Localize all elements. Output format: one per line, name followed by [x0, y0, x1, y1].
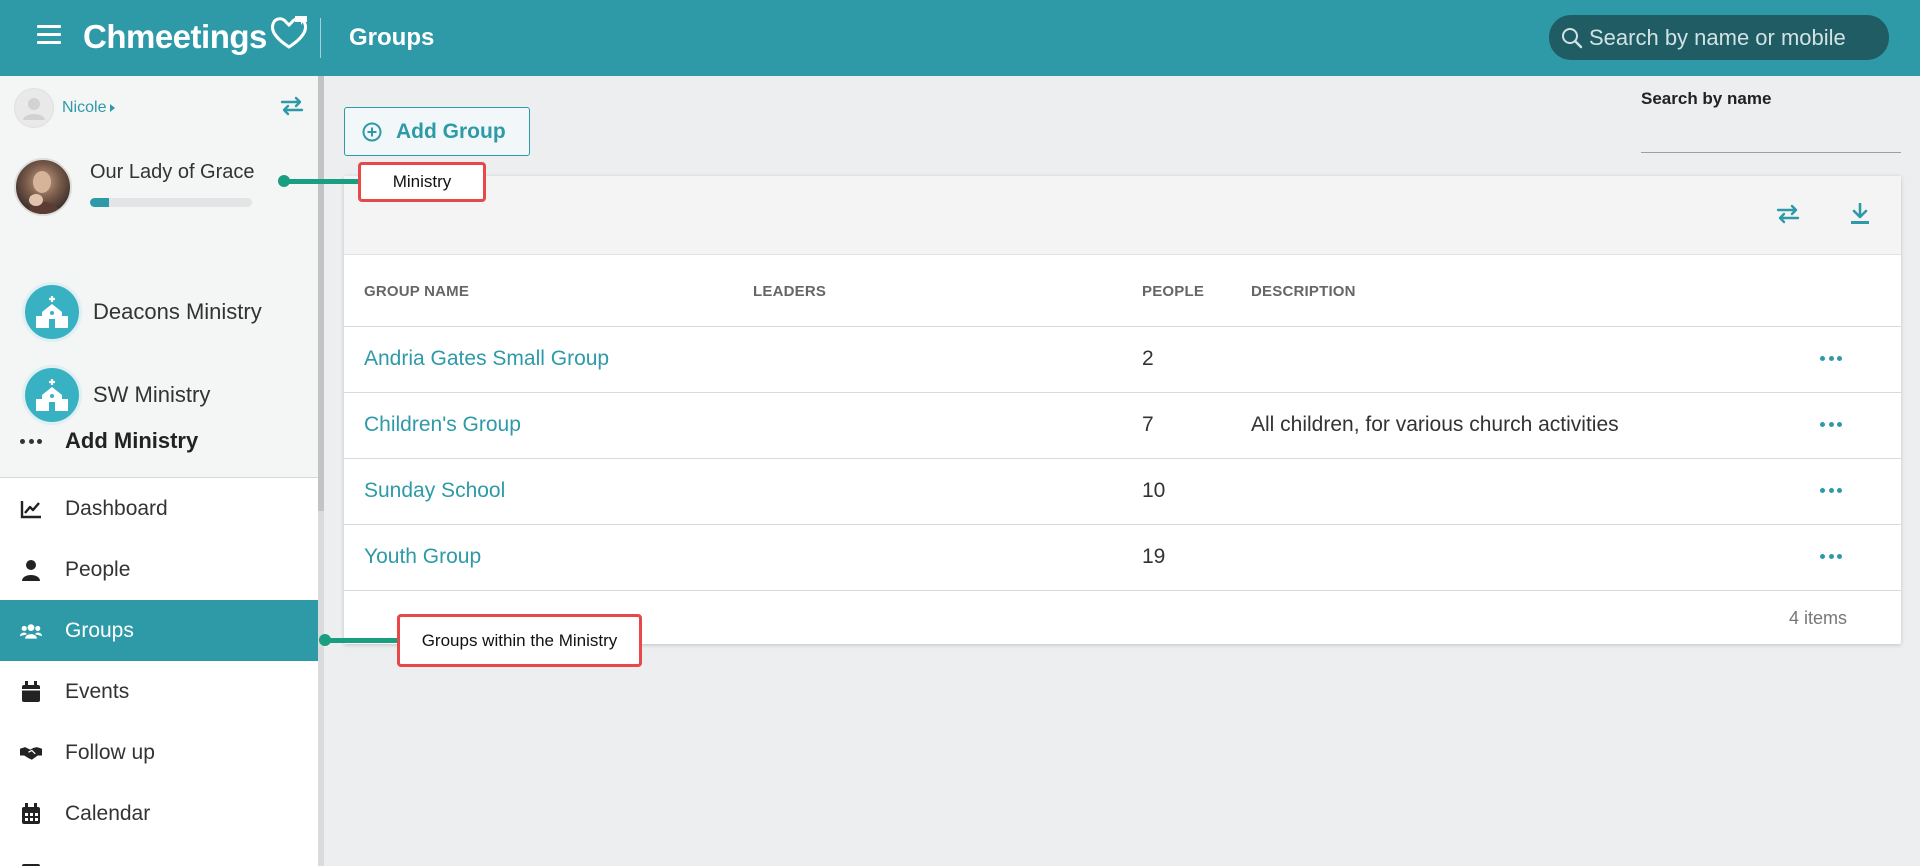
nav-label: Groups	[65, 618, 134, 642]
nav-item-calendar[interactable]: Calendar	[0, 783, 318, 844]
sidebar-scrollbar[interactable]	[318, 76, 324, 866]
avatar[interactable]	[14, 88, 54, 128]
nav-label: Follow up	[65, 740, 155, 764]
table-header: GROUP NAME LEADERS PEOPLE DESCRIPTION	[344, 255, 1901, 327]
header-divider	[320, 18, 321, 58]
global-search-input[interactable]	[1589, 24, 1879, 51]
scrollbar-thumb[interactable]	[318, 76, 324, 511]
top-bar: Chmeetings Groups	[0, 0, 1920, 76]
column-header-people[interactable]: PEOPLE	[1142, 283, 1204, 300]
table-row[interactable]: Sunday School 10	[344, 459, 1901, 525]
group-name-link[interactable]: Youth Group	[364, 545, 481, 569]
ministry-item-deacons[interactable]: Deacons Ministry	[22, 282, 312, 342]
ministry-item-sw[interactable]: SW Ministry	[22, 365, 312, 425]
nav-label: Calendar	[65, 801, 151, 825]
user-icon	[23, 98, 45, 120]
groups-table-card: GROUP NAME LEADERS PEOPLE DESCRIPTION An…	[344, 176, 1901, 644]
row-actions-icon[interactable]	[1820, 422, 1842, 427]
ministry-label: SW Ministry	[93, 382, 211, 407]
calendar-grid-icon	[20, 802, 42, 825]
handshake-icon	[20, 744, 42, 762]
row-actions-icon[interactable]	[1820, 488, 1842, 493]
table-row[interactable]: Andria Gates Small Group 2	[344, 327, 1901, 393]
church-name: Our Lady of Grace	[90, 161, 255, 183]
global-search[interactable]	[1549, 15, 1889, 60]
nav-item-groups[interactable]: Groups	[0, 600, 318, 661]
column-header-leaders[interactable]: LEADERS	[753, 283, 826, 300]
annotation-line	[325, 638, 401, 643]
table-toolbar	[344, 176, 1901, 255]
search-by-name-label: Search by name	[1641, 89, 1772, 108]
switch-icon[interactable]	[280, 96, 304, 116]
church-progress-fill	[90, 198, 110, 207]
user-name[interactable]: Nicole	[62, 99, 115, 117]
person-icon	[20, 559, 42, 581]
add-ministry-label: Add Ministry	[65, 428, 199, 453]
church-photo-icon	[26, 171, 62, 214]
users-icon	[20, 621, 42, 641]
chart-line-icon	[20, 499, 42, 519]
nav-item-dashboard[interactable]: Dashboard	[0, 478, 318, 539]
app-name: Chmeetings	[83, 18, 267, 55]
app-logo[interactable]: Chmeetings	[83, 14, 309, 60]
menu-icon[interactable]	[37, 25, 61, 47]
nav-label: Events	[65, 679, 130, 703]
group-description: All children, for various church activit…	[1251, 413, 1619, 436]
switch-columns-icon[interactable]	[1776, 204, 1800, 224]
column-header-group-name[interactable]: GROUP NAME	[364, 283, 469, 300]
nav-item-people[interactable]: People	[0, 539, 318, 600]
download-icon[interactable]	[1850, 203, 1870, 225]
group-people-count: 2	[1142, 347, 1154, 370]
sidebar: Nicole Our Lady of Grace Deacons Ministr…	[0, 76, 318, 866]
group-name-link[interactable]: Sunday School	[364, 479, 505, 503]
group-people-count: 19	[1142, 545, 1166, 568]
main-nav: Dashboard People Groups Events Follow up	[0, 478, 318, 866]
nav-label: People	[65, 557, 131, 581]
search-icon	[1562, 27, 1583, 48]
nav-item-follow-up[interactable]: Follow up	[0, 722, 318, 783]
church-icon	[22, 282, 82, 342]
nav-item-events[interactable]: Events	[0, 661, 318, 722]
add-group-button[interactable]: Add Group	[344, 107, 530, 156]
plus-circle-icon	[362, 122, 382, 141]
group-name-link[interactable]: Children's Group	[364, 413, 521, 437]
annotation-ministry: Ministry	[358, 162, 486, 202]
annotation-line	[284, 179, 362, 184]
more-dots-icon	[20, 438, 42, 444]
add-ministry-button[interactable]: Add Ministry	[20, 428, 198, 454]
search-by-name-input[interactable]	[1641, 120, 1901, 153]
church-icon	[22, 365, 82, 425]
church-selector[interactable]: Our Lady of Grace	[14, 158, 314, 218]
user-menu[interactable]: Nicole	[14, 88, 115, 128]
calendar-icon	[20, 680, 42, 703]
row-actions-icon[interactable]	[1820, 356, 1842, 361]
annotation-groups: Groups within the Ministry	[397, 614, 642, 667]
church-progress-bar	[90, 198, 252, 207]
table-row[interactable]: Youth Group 19	[344, 525, 1901, 591]
nav-label: Dashboard	[65, 496, 168, 520]
group-people-count: 7	[1142, 413, 1154, 436]
column-header-description[interactable]: DESCRIPTION	[1251, 283, 1356, 300]
group-name-link[interactable]: Andria Gates Small Group	[364, 347, 609, 371]
heart-chat-icon	[270, 16, 307, 49]
ministry-label: Deacons Ministry	[93, 299, 262, 324]
table-row[interactable]: Children's Group 7 All children, for var…	[344, 393, 1901, 459]
row-actions-icon[interactable]	[1820, 554, 1842, 559]
page-title: Groups	[349, 24, 435, 51]
nav-item-partial[interactable]	[0, 844, 318, 866]
group-people-count: 10	[1142, 479, 1166, 502]
item-count: 4 items	[1788, 608, 1847, 628]
add-group-label: Add Group	[396, 119, 506, 143]
church-avatar	[14, 158, 72, 216]
